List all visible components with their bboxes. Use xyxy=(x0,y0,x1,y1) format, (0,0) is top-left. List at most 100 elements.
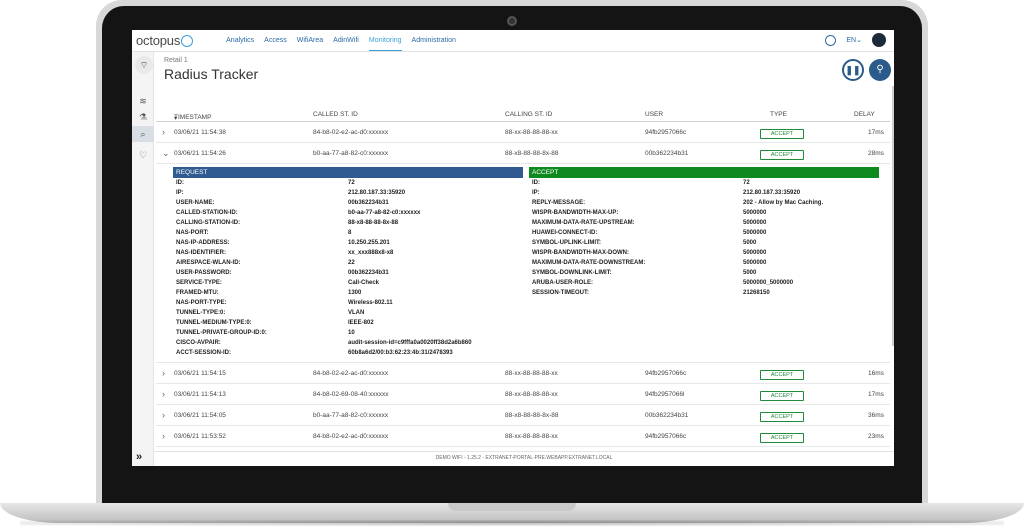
detail-field: REPLY-MESSAGE: 202 - Allow by Mac Caching… xyxy=(529,198,879,208)
chevron-right-icon[interactable]: › xyxy=(162,127,165,137)
field-value: VLAN xyxy=(348,310,365,316)
chevron-right-icon[interactable]: › xyxy=(162,431,165,441)
gear-icon[interactable] xyxy=(825,34,837,46)
page-title: Radius Tracker xyxy=(164,66,259,82)
language-select[interactable]: EN⌄ xyxy=(846,36,862,44)
status-badge: ACCEPT xyxy=(760,370,804,380)
field-value: 5000000 xyxy=(743,210,767,216)
detail-field: NAS-IP-ADDRESS: 10.250.255.201 xyxy=(173,238,523,248)
row-user: 94fb2957066c xyxy=(645,433,687,440)
field-key: MAXIMUM-DATA-RATE-UPSTREAM: xyxy=(532,220,635,226)
search-button[interactable]: ⚲ xyxy=(869,59,891,81)
field-key: WISPR-BANDWIDTH-MAX-UP: xyxy=(532,210,619,216)
detail-field: HUAWEI-CONNECT-ID: 5000000 xyxy=(529,228,879,238)
top-bar: octopus Analytics Access WifiArea AdinWi… xyxy=(132,30,894,52)
breadcrumb[interactable]: Retail 1 xyxy=(164,57,188,64)
row-delay: 17ms xyxy=(868,391,884,398)
row-delay: 36ms xyxy=(868,412,884,419)
row-user: 00b362234b31 xyxy=(645,412,689,419)
pause-button[interactable]: ❚❚ xyxy=(842,59,864,81)
col-timestamp-label: TIMESTAMP xyxy=(174,114,212,121)
row-delay: 16ms xyxy=(868,370,884,377)
col-calling: CALLING ST. ID xyxy=(505,111,553,118)
site-wifi-icon: ⌔ xyxy=(135,56,153,74)
field-key: USER-PASSWORD: xyxy=(176,270,232,276)
status-badge: ACCEPT xyxy=(760,129,804,139)
heart-icon[interactable]: ♡ xyxy=(138,150,148,160)
chevron-right-icon[interactable]: › xyxy=(162,410,165,420)
avatar[interactable] xyxy=(872,33,886,47)
field-value: 212.80.187.33:35920 xyxy=(743,190,801,196)
detail-field: ARUBA-USER-ROLE: 5000000_5000000 xyxy=(529,278,879,288)
request-panel: REQUEST ID: 72 IP: 212.80.187.33:35920 USER-… xyxy=(173,167,523,358)
field-value: 10.250.255.201 xyxy=(348,240,390,246)
detail-field: AIRESPACE-WLAN-ID: 22 xyxy=(173,258,523,268)
field-value: 1300 xyxy=(348,290,362,296)
laptop-shadow xyxy=(20,520,1004,526)
accept-panel: ACCEPT ID: 72 IP: 212.80.187.33:35920 REPLY-… xyxy=(529,167,879,298)
row-called: 84-b8-02-e2-ac-d0:xxxxxx xyxy=(313,433,389,440)
chevron-right-icon[interactable]: › xyxy=(162,389,165,399)
field-value: IEEE-802 xyxy=(348,320,374,326)
field-key: ID: xyxy=(176,180,184,186)
accept-header: ACCEPT xyxy=(529,167,879,178)
nav-analytics[interactable]: Analytics xyxy=(226,31,254,51)
field-value: 72 xyxy=(743,180,750,186)
field-key: NAS-IP-ADDRESS: xyxy=(176,240,230,246)
field-value: Call-Check xyxy=(348,280,380,286)
scrollbar[interactable] xyxy=(892,86,894,346)
flask-icon[interactable]: ⚗ xyxy=(138,112,148,122)
table-row[interactable]: › 03/06/21 11:54:38 84-b8-02-e2-ac-d0:xx… xyxy=(156,122,890,143)
row-timestamp: 03/06/21 11:54:05 xyxy=(174,412,226,419)
nav-administration[interactable]: Administration xyxy=(412,31,456,51)
field-value: b0-aa-77-a8-82-c0:xxxxxx xyxy=(348,210,421,216)
octopus-logo-icon xyxy=(181,34,194,47)
chevron-right-icon[interactable]: › xyxy=(162,368,165,378)
row-called: b0-aa-77-a8-82-c0:xxxxxx xyxy=(313,150,389,157)
detail-field: NAS-PORT: 8 xyxy=(173,228,523,238)
wifi-icon[interactable]: ≋ xyxy=(138,96,148,106)
expand-sidebar-icon[interactable]: » xyxy=(136,451,142,463)
field-value: 5000000 xyxy=(743,230,767,236)
row-detail: REQUEST ID: 72 IP: 212.80.187.33:35920 USER-… xyxy=(156,164,890,363)
detail-field: TUNNEL-TYPE:0: VLAN xyxy=(173,308,523,318)
detail-field: SERVICE-TYPE: Call-Check xyxy=(173,278,523,288)
field-key: WISPR-BANDWIDTH-MAX-DOWN: xyxy=(532,250,629,256)
table-row-expanded[interactable]: ⌄ 03/06/21 11:54:26 b0-aa-77-a8-82-c0:xx… xyxy=(156,143,890,164)
row-timestamp: 03/06/21 11:54:26 xyxy=(174,150,226,157)
nav-wifiarea[interactable]: WifiArea xyxy=(297,31,323,51)
detail-field: ACCT-SESSION-ID: 60b8a6d2/00:b3:62:23:4b:… xyxy=(173,348,523,358)
field-key: IP: xyxy=(532,190,540,196)
nav-monitoring[interactable]: Monitoring xyxy=(368,31,402,51)
table-row[interactable]: › 03/06/21 11:53:52 84-b8-02-e2-ac-d0:xxxx… xyxy=(156,426,890,447)
logo-text: octopus xyxy=(136,33,181,48)
radius-tracker-icon[interactable]: ⌕ xyxy=(132,126,154,142)
detail-field: CALLED-STATION-ID: b0-aa-77-a8-82-c0:xxxx… xyxy=(173,208,523,218)
nav-adinwifi[interactable]: AdinWifi xyxy=(333,31,359,51)
row-user: 94fb2957066c xyxy=(645,129,687,136)
table-row[interactable]: › 03/06/21 11:54:05 b0-aa-77-a8-82-c0:xxxx… xyxy=(156,405,890,426)
field-value: 22 xyxy=(348,260,355,266)
field-key: ACCT-SESSION-ID: xyxy=(176,350,232,356)
field-value: 88-x8-88-88-8x-88 xyxy=(348,220,399,226)
row-delay: 28ms xyxy=(868,150,884,157)
field-key: SERVICE-TYPE: xyxy=(176,280,222,286)
screen: octopus Analytics Access WifiArea AdinWi… xyxy=(132,30,894,466)
table-row[interactable]: › 03/06/21 11:54:13 84-b8-02-69-08-40:xxxx… xyxy=(156,384,890,405)
chevron-down-icon[interactable]: ⌄ xyxy=(162,148,170,159)
request-list: ID: 72 IP: 212.80.187.33:35920 USER-NAME: 00b… xyxy=(173,178,523,358)
field-key: NAS-IDENTIFIER: xyxy=(176,250,226,256)
detail-field: TUNNEL-PRIVATE-GROUP-ID:0: 10 xyxy=(173,328,523,338)
nav-access[interactable]: Access xyxy=(264,31,287,51)
accept-list: ID: 72 IP: 212.80.187.33:35920 REPLY-MESSAGE… xyxy=(529,178,879,298)
table-row[interactable]: › 03/06/21 11:54:15 84-b8-02-e2-ac-d0:xxxx… xyxy=(156,363,890,384)
row-calling: 88-xx-88-88-88-xx xyxy=(505,129,558,136)
row-called: 84-b8-02-69-08-40:xxxxxx xyxy=(313,391,389,398)
sort-down-icon: ▾ xyxy=(174,115,178,122)
field-value: 5000 xyxy=(743,240,757,246)
detail-field: WISPR-BANDWIDTH-MAX-DOWN: 5000000 xyxy=(529,248,879,258)
field-key: CALLED-STATION-ID: xyxy=(176,210,238,216)
logo[interactable]: octopus xyxy=(136,33,194,48)
field-value: 5000000 xyxy=(743,220,767,226)
field-value: 60b8a6d2/00:b3:62:23:4b:31/2478393 xyxy=(348,350,453,356)
